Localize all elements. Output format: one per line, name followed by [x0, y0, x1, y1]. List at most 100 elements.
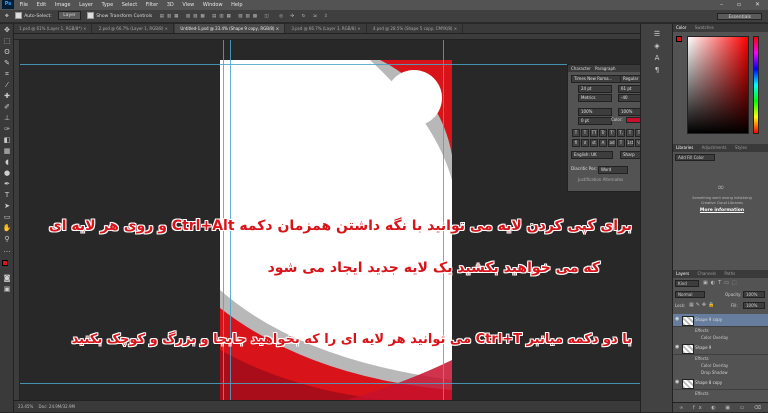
- zoom-tool-icon[interactable]: ⚲: [2, 235, 12, 244]
- effect-item[interactable]: Drop Shadow: [701, 370, 728, 375]
- superscript-button[interactable]: T': [608, 129, 616, 137]
- fill-field[interactable]: 100%: [743, 302, 765, 309]
- menu-layer[interactable]: Layer: [79, 0, 93, 10]
- opacity-field[interactable]: 100%: [743, 291, 765, 298]
- font-size-field[interactable]: 24 pt: [578, 85, 612, 93]
- justification-alternates[interactable]: Justification Alternates: [578, 177, 623, 183]
- underline-button[interactable]: T: [626, 129, 634, 137]
- tab-styles[interactable]: Styles: [735, 145, 747, 150]
- faux-italic-button[interactable]: T: [581, 129, 589, 137]
- language-dropdown[interactable]: English: UK: [571, 151, 613, 159]
- gradient-tool-icon[interactable]: ▦: [2, 147, 12, 156]
- quick-select-tool-icon[interactable]: ✎: [2, 59, 12, 68]
- tab-paths[interactable]: Paths: [724, 271, 735, 276]
- auto-select-dropdown[interactable]: Layer: [58, 11, 81, 20]
- guide-horizontal[interactable]: [20, 64, 640, 65]
- path-select-tool-icon[interactable]: ➤: [2, 202, 12, 211]
- eye-icon[interactable]: ◉: [675, 317, 680, 322]
- layers-footer-icons[interactable]: ∞ fx ◐ ▣ ▭ ⌫: [673, 402, 768, 412]
- old-style-button[interactable]: σ: [581, 139, 589, 147]
- all-caps-button[interactable]: TT: [590, 129, 598, 137]
- tab-channels[interactable]: Channels: [698, 271, 717, 276]
- font-family-dropdown[interactable]: Times New Roma...: [571, 75, 621, 83]
- effects-label[interactable]: Effects: [695, 328, 709, 333]
- menu-type[interactable]: Type: [102, 0, 113, 10]
- shape-tool-icon[interactable]: ▭: [2, 213, 12, 222]
- tab-character[interactable]: Character: [571, 66, 591, 71]
- faux-bold-button[interactable]: T: [572, 129, 580, 137]
- move-tool-icon[interactable]: ✥: [2, 26, 12, 35]
- effects-label[interactable]: Effects: [695, 356, 709, 361]
- color-picker-field[interactable]: [687, 36, 749, 134]
- hand-tool-icon[interactable]: ✋: [2, 224, 12, 233]
- paragraph-panel-icon[interactable]: ¶: [652, 66, 662, 75]
- move-tool-icon[interactable]: ✥: [5, 10, 9, 22]
- tab-adjustments[interactable]: Adjustments: [702, 145, 727, 150]
- eraser-tool-icon[interactable]: ◧: [2, 136, 12, 145]
- stamp-tool-icon[interactable]: ⊥: [2, 114, 12, 123]
- blur-tool-icon[interactable]: ◖: [2, 158, 12, 167]
- tab-swatches[interactable]: Swatches: [695, 25, 714, 30]
- layer-row[interactable]: ◉ Shape 9 copy: [673, 314, 768, 327]
- tab-layers[interactable]: Layers: [676, 271, 689, 276]
- menu-3d[interactable]: 3D: [167, 0, 174, 10]
- quick-mask-icon[interactable]: ◙: [2, 274, 12, 283]
- menu-select[interactable]: Select: [122, 0, 137, 10]
- menu-image[interactable]: Image: [55, 0, 71, 10]
- eyedropper-tool-icon[interactable]: ⁄: [2, 81, 12, 90]
- small-caps-button[interactable]: Tr: [599, 129, 607, 137]
- eye-icon[interactable]: ◉: [675, 345, 680, 350]
- layer-row[interactable]: ◉ Shape 9: [673, 342, 768, 355]
- window-controls[interactable]: – ▫ ✕: [720, 0, 766, 10]
- tab-libraries[interactable]: Libraries: [676, 145, 693, 150]
- more-tools-icon[interactable]: …: [2, 246, 12, 255]
- foreground-color-swatch[interactable]: [2, 260, 8, 266]
- character-panel-icon[interactable]: A: [652, 54, 662, 63]
- effect-item[interactable]: Color Overlay: [701, 363, 728, 368]
- properties-panel-icon[interactable]: ◈: [652, 42, 662, 51]
- menu-window[interactable]: Window: [203, 0, 223, 10]
- pen-tool-icon[interactable]: ✒: [2, 180, 12, 189]
- effects-label[interactable]: Effects: [695, 391, 709, 396]
- lock-icons[interactable]: ▦✎✥🔒: [689, 302, 716, 308]
- lasso-tool-icon[interactable]: ʘ: [2, 48, 12, 57]
- menu-file[interactable]: File: [20, 0, 28, 10]
- menu-filter[interactable]: Filter: [146, 0, 158, 10]
- more-information-link[interactable]: More information: [695, 208, 749, 213]
- align-icons[interactable]: ▤▥▦ ▧▨▩ ▤▥▦ ▧▨▩ ◫: [160, 10, 272, 22]
- tab-doc-3[interactable]: 3.psd @ 66.7% (Layer 3, RGB/8) ×: [286, 24, 367, 33]
- workspace-dropdown[interactable]: Essentials: [717, 13, 762, 20]
- vertical-scale-field[interactable]: 100%: [578, 108, 612, 116]
- menu-edit[interactable]: Edit: [37, 0, 47, 10]
- guide-horizontal[interactable]: [20, 383, 640, 384]
- eye-icon[interactable]: ◉: [675, 380, 680, 385]
- layer-row[interactable]: ◉ Shape 8 copy: [673, 377, 768, 390]
- titling-alt-button[interactable]: ad: [608, 139, 616, 147]
- menu-help[interactable]: Help: [231, 0, 242, 10]
- tab-color[interactable]: Color: [676, 25, 686, 30]
- crop-tool-icon[interactable]: ⌗: [2, 70, 12, 79]
- screen-mode-icon[interactable]: ▣: [2, 285, 12, 294]
- hue-slider[interactable]: [753, 36, 759, 134]
- show-transform-checkbox[interactable]: Show Transform Controls: [87, 10, 152, 22]
- history-panel-icon[interactable]: ☰: [652, 30, 662, 39]
- subscript-button[interactable]: T,: [617, 129, 625, 137]
- ornaments-button[interactable]: T: [617, 139, 625, 147]
- tab-doc-1[interactable]: 1.psd @ 61% (Layer 1, RGB/8*) ×: [14, 24, 93, 33]
- baseline-shift-field[interactable]: 0 pt: [578, 117, 612, 125]
- marquee-tool-icon[interactable]: ⬚: [2, 37, 12, 46]
- tab-paragraph[interactable]: Paragraph: [595, 66, 616, 71]
- layer-filter-icons[interactable]: ▣◐T▭⬚: [703, 280, 740, 286]
- tab-doc-4[interactable]: 4.psd @ 28.5% (Shape 5 copy, CMYK/8) ×: [368, 24, 464, 33]
- healing-tool-icon[interactable]: ✚: [2, 92, 12, 101]
- tab-doc-untitled[interactable]: Untitled-1.psd @ 23.4% (Shape 9 copy, RG…: [175, 24, 286, 33]
- stylistic-alt-button[interactable]: A: [599, 139, 607, 147]
- diacritic-dropdown[interactable]: Word: [598, 166, 628, 174]
- brush-tool-icon[interactable]: ✐: [2, 103, 12, 112]
- fg-swatch[interactable]: [676, 36, 682, 42]
- zoom-level[interactable]: 23.45%: [18, 404, 33, 409]
- tab-doc-2[interactable]: 2.psd @ 66.7% (Layer 1, RGB/8) ×: [94, 24, 175, 33]
- dodge-tool-icon[interactable]: ●: [2, 169, 12, 178]
- layer-filter-kind[interactable]: Kind: [675, 280, 699, 287]
- 3d-mode-icons[interactable]: ◎ ✣ ↻ ⇲ ⇳: [279, 10, 331, 22]
